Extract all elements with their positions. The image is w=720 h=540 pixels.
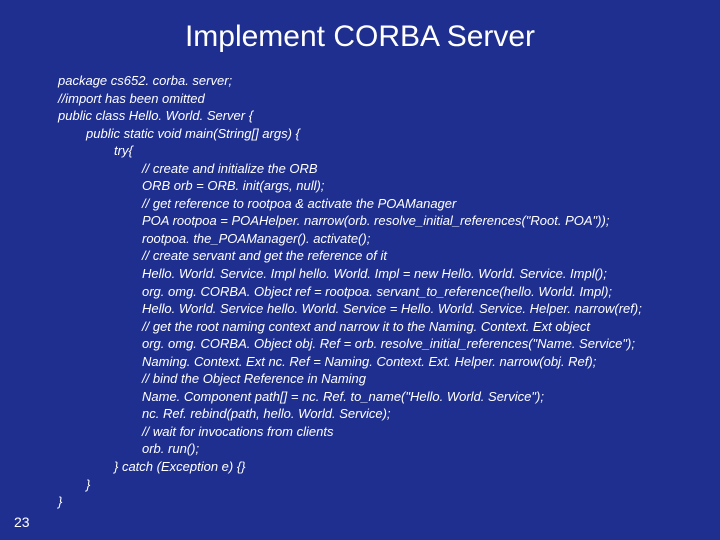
code-line: ORB orb = ORB. init(args, null);	[58, 177, 720, 195]
code-line: // bind the Object Reference in Naming	[58, 370, 720, 388]
code-line: package cs652. corba. server;	[58, 72, 720, 90]
code-line: nc. Ref. rebind(path, hello. World. Serv…	[58, 405, 720, 423]
page-number: 23	[14, 514, 30, 530]
code-line: Hello. World. Service. Impl hello. World…	[58, 265, 720, 283]
code-line: POA rootpoa = POAHelper. narrow(orb. res…	[58, 212, 720, 230]
code-line: orb. run();	[58, 440, 720, 458]
code-line: rootpoa. the_POAManager(). activate();	[58, 230, 720, 248]
code-line: Naming. Context. Ext nc. Ref = Naming. C…	[58, 353, 720, 371]
code-line: }	[58, 493, 720, 511]
code-line: org. omg. CORBA. Object obj. Ref = orb. …	[58, 335, 720, 353]
code-line: public class Hello. World. Server {	[58, 107, 720, 125]
code-line: }	[58, 476, 720, 494]
code-line: } catch (Exception e) {}	[58, 458, 720, 476]
slide-title: Implement CORBA Server	[0, 0, 720, 72]
code-line: try{	[58, 142, 720, 160]
code-line: // create and initialize the ORB	[58, 160, 720, 178]
code-line: Hello. World. Service hello. World. Serv…	[58, 300, 720, 318]
code-block: package cs652. corba. server; //import h…	[0, 72, 720, 511]
code-line: // get reference to rootpoa & activate t…	[58, 195, 720, 213]
code-line: org. omg. CORBA. Object ref = rootpoa. s…	[58, 283, 720, 301]
code-line: // wait for invocations from clients	[58, 423, 720, 441]
code-line: Name. Component path[] = nc. Ref. to_nam…	[58, 388, 720, 406]
code-line: //import has been omitted	[58, 90, 720, 108]
code-line: // get the root naming context and narro…	[58, 318, 720, 336]
code-line: // create servant and get the reference …	[58, 247, 720, 265]
code-line: public static void main(String[] args) {	[58, 125, 720, 143]
